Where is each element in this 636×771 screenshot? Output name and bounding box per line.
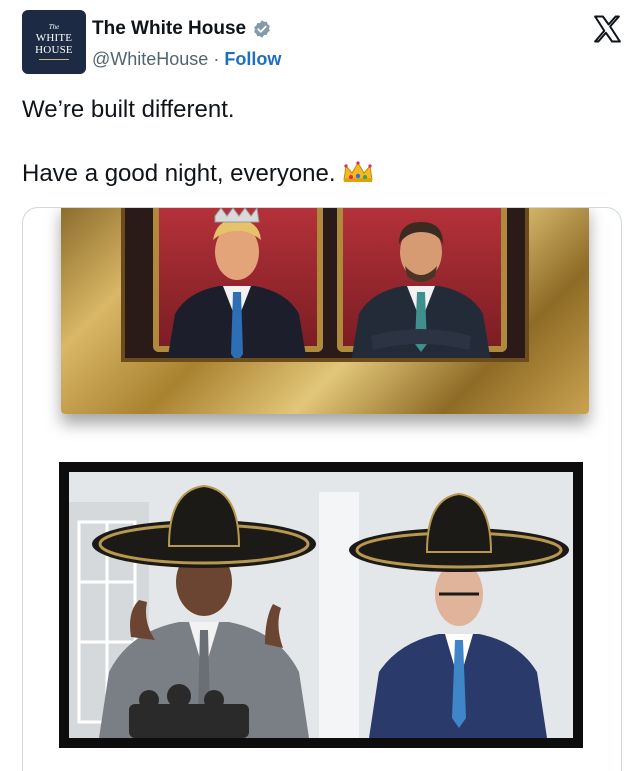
tweet-text-line-2-text: Have a good night, everyone. (22, 160, 336, 187)
x-logo-icon[interactable] (592, 14, 622, 44)
press-photo-drawing (69, 472, 573, 738)
avatar-text-white: WHITE (35, 32, 73, 44)
portrait-figure-right (351, 222, 491, 358)
press-photo-image[interactable] (59, 462, 583, 748)
avatar-text-the: The (48, 23, 60, 31)
avatar[interactable]: The WHITE HOUSE (22, 10, 86, 74)
handle[interactable]: @WhiteHouse (92, 49, 208, 70)
avatar-text-house: HOUSE (35, 44, 73, 56)
tweet-text-line-2: Have a good night, everyone. (22, 160, 374, 188)
avatar-rule (39, 59, 69, 60)
handle-row: @WhiteHouse · Follow (92, 49, 281, 70)
handle-separator: · (213, 49, 220, 69)
tweet-media[interactable] (22, 207, 622, 771)
name-row: The White House (92, 18, 272, 40)
tweet-header: The WHITE HOUSE The White House @WhiteHo… (22, 10, 622, 76)
crown-emoji-icon (342, 161, 373, 182)
tweet-text-line-1: We’re built different. (22, 96, 235, 123)
portrait-canvas (121, 208, 529, 362)
portrait-frame-image[interactable] (61, 208, 589, 414)
press-photo-scene (69, 472, 573, 738)
display-name[interactable]: The White House (92, 18, 246, 40)
verified-badge-icon (254, 20, 270, 38)
follow-button[interactable]: Follow (224, 49, 281, 70)
portrait-figure-left (167, 208, 307, 358)
